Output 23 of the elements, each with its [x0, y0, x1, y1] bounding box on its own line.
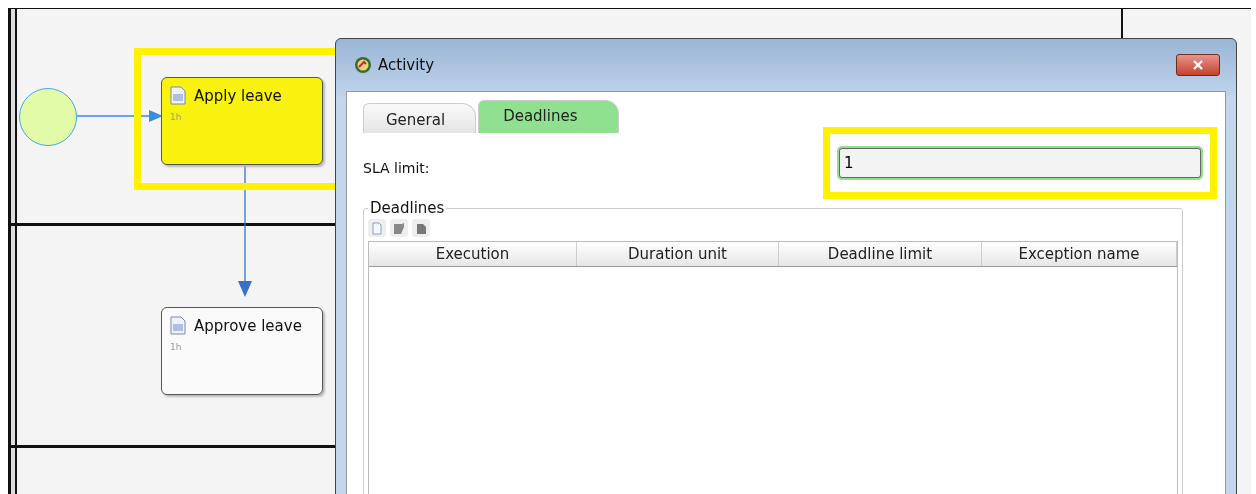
document-icon [170, 86, 186, 105]
task-node[interactable]: Apply leave 1h [161, 77, 323, 165]
column-header[interactable]: Duration unit [577, 242, 779, 266]
task-duration: 1h [170, 342, 182, 352]
window-title: Activity [378, 56, 435, 74]
column-header[interactable]: Exception name [982, 242, 1177, 266]
group-title: Deadlines [369, 199, 446, 217]
sla-limit-field[interactable]: 1 [839, 148, 1201, 178]
delete-icon[interactable] [412, 219, 430, 237]
task-label: Approve leave [194, 316, 302, 335]
close-button[interactable] [1176, 54, 1220, 76]
task-node[interactable]: Approve leave 1h [161, 307, 323, 395]
field-label: SLA limit: [363, 160, 430, 176]
task-label: Apply leave [194, 86, 282, 105]
task-duration: 1h [170, 112, 182, 122]
edit-icon[interactable] [390, 219, 408, 237]
tab[interactable]: General [363, 103, 477, 133]
app-icon [354, 56, 372, 74]
column-header[interactable]: Execution [369, 242, 577, 266]
tab[interactable]: Deadlines [478, 100, 619, 133]
close-icon [1192, 60, 1204, 70]
column-header[interactable]: Deadline limit [779, 242, 982, 266]
document-icon [170, 316, 186, 335]
